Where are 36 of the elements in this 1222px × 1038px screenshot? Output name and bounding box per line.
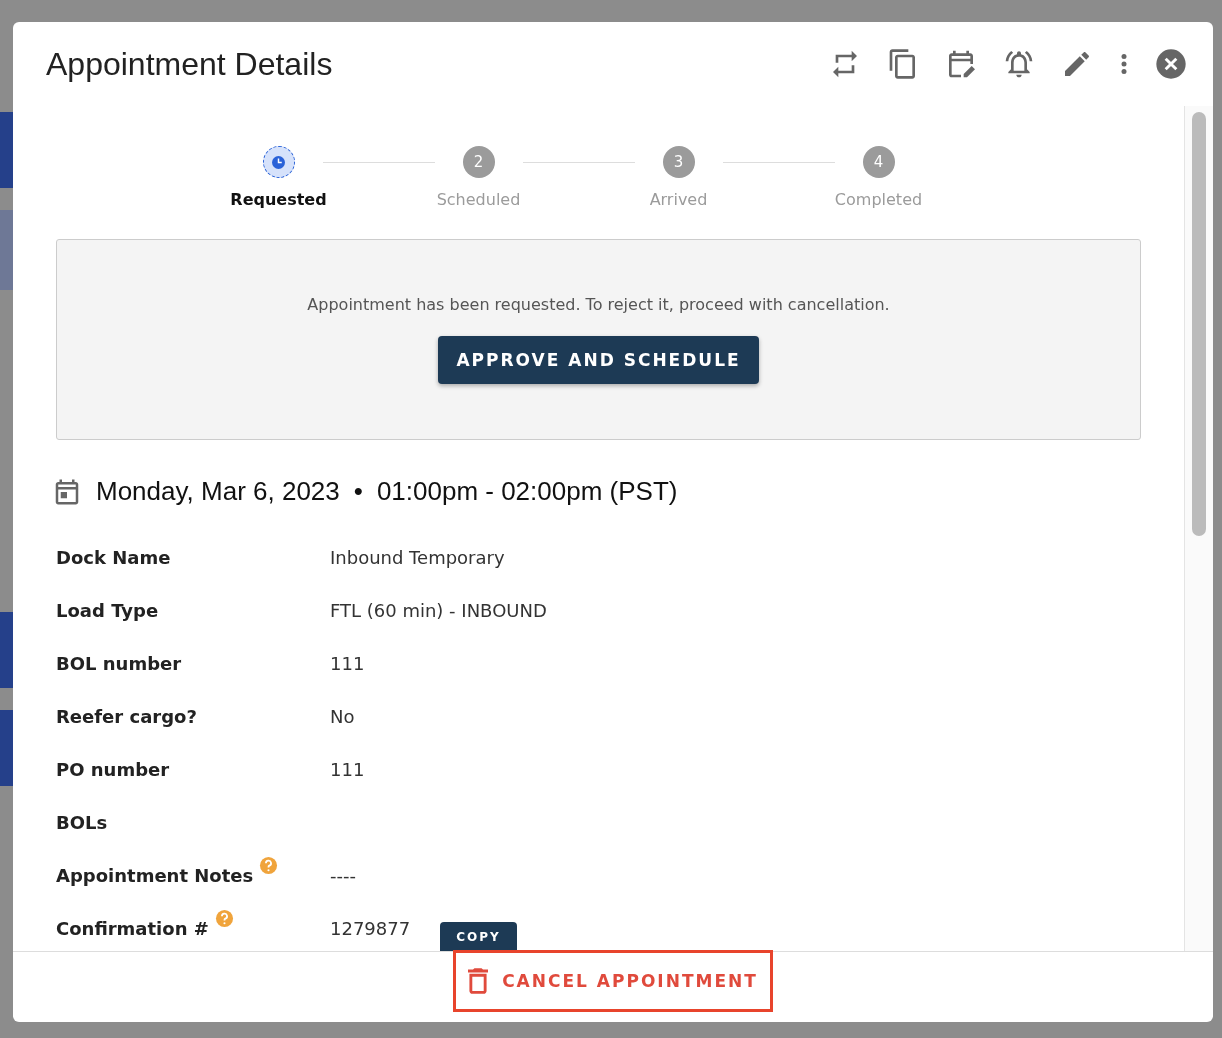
field-value: Inbound Temporary — [330, 545, 505, 570]
dialog-title: Appointment Details — [46, 45, 333, 83]
field-value: 111 — [330, 651, 365, 676]
field-label: Reefer cargo? — [56, 704, 197, 729]
field-label: PO number — [56, 757, 170, 782]
field-value: 111 — [330, 757, 365, 782]
approve-button[interactable]: APPROVE AND SCHEDULE — [438, 336, 759, 384]
step-number: 3 — [662, 146, 695, 178]
appointment-time: 01:00pm - 02:00pm (PST) — [376, 476, 678, 507]
field-label: Load Type — [56, 598, 159, 623]
cancel-appointment-button[interactable]: CANCEL APPOINTMENT — [462, 968, 764, 994]
field-value: No — [330, 704, 355, 729]
field-value: FTL (60 min) - INBOUND — [330, 598, 547, 623]
separator: • — [353, 476, 363, 507]
field-label: Dock Name — [56, 545, 171, 570]
field-label: BOL number — [56, 651, 182, 676]
step-number: 2 — [462, 146, 495, 178]
trash-icon — [468, 968, 489, 994]
step-label: Completed — [834, 190, 923, 209]
scrollbar[interactable] — [1184, 106, 1213, 951]
step-label: Scheduled — [436, 190, 521, 209]
copy-button[interactable]: COPY — [440, 921, 517, 951]
scrollbar-thumb[interactable] — [1192, 112, 1206, 536]
field-label: Confirmation # — [56, 916, 209, 941]
clock-icon — [272, 155, 285, 169]
step-label: Requested — [230, 190, 327, 209]
field-label: BOLs — [56, 810, 108, 835]
step-number: 4 — [862, 146, 895, 178]
alarm-bell-icon[interactable] — [1003, 48, 1035, 80]
field-value: ---- — [330, 863, 356, 888]
notice-message: Appointment has been requested. To reject it, proceed with cancellation. — [307, 295, 890, 314]
field-label: Appointment Notes — [56, 863, 254, 888]
close-icon[interactable] — [1155, 48, 1187, 80]
field-value: 1279877 — [330, 916, 411, 941]
appointment-date: Monday, Mar 6, 2023 — [96, 476, 340, 507]
step-label: Arrived — [649, 190, 708, 209]
